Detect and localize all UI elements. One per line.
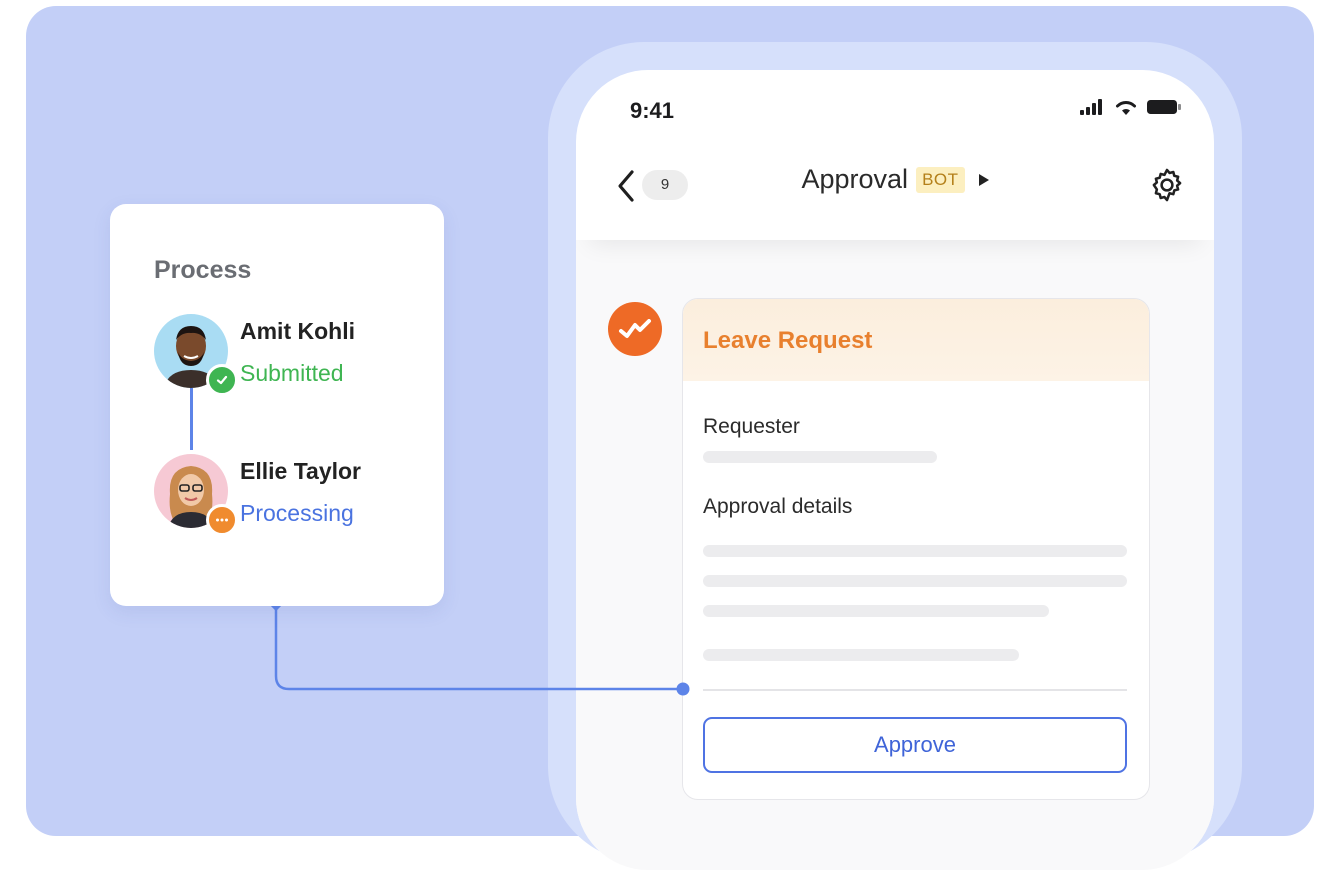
chat-area: Leave Request Requester Approval details…	[576, 240, 1214, 870]
card-title: Leave Request	[703, 327, 873, 354]
status-time: 9:41	[630, 98, 675, 123]
process-step-ellie: Ellie Taylor Processing	[154, 454, 454, 536]
status-icons	[1080, 98, 1182, 116]
timeline-line	[190, 388, 193, 450]
placeholder-bar	[703, 545, 1127, 557]
process-title: Process	[154, 256, 252, 284]
chat-header: 9 Approval BOT	[576, 150, 1214, 240]
placeholder-bar	[703, 605, 1049, 617]
chat-title: Approval	[801, 164, 909, 194]
play-triangle-icon	[978, 173, 989, 186]
leave-request-card: Leave Request Requester Approval details…	[682, 298, 1150, 800]
check-icon	[206, 364, 238, 396]
more-dots-icon	[206, 504, 238, 536]
divider	[703, 689, 1127, 691]
battery-icon	[1147, 100, 1181, 114]
placeholder-bar	[703, 451, 937, 463]
status-processing: Processing	[240, 500, 354, 526]
process-step-amit: Amit Kohli Submitted	[154, 314, 454, 396]
status-submitted: Submitted	[240, 360, 344, 386]
placeholder-bar	[703, 575, 1127, 587]
gear-icon[interactable]	[1148, 166, 1186, 204]
signal-icon	[1080, 99, 1102, 115]
process-card: Process Amit Kohli Submitted Ellie Taylo…	[110, 204, 444, 606]
bot-logo-icon	[608, 302, 662, 356]
person-name: Ellie Taylor	[240, 458, 362, 484]
bot-badge: BOT	[916, 166, 965, 193]
placeholder-bar	[703, 649, 1019, 661]
requester-label: Requester	[703, 415, 800, 438]
person-name: Amit Kohli	[240, 318, 355, 344]
chat-title-group[interactable]: Approval BOT	[576, 164, 1214, 195]
wifi-icon	[1116, 101, 1136, 115]
phone-screen: 9:41 9 Approval BOT Leave Request Reques…	[576, 70, 1214, 870]
approve-button[interactable]: Approve	[703, 717, 1127, 773]
status-bar: 9:41	[576, 70, 1214, 150]
approval-details-label: Approval details	[703, 495, 853, 518]
